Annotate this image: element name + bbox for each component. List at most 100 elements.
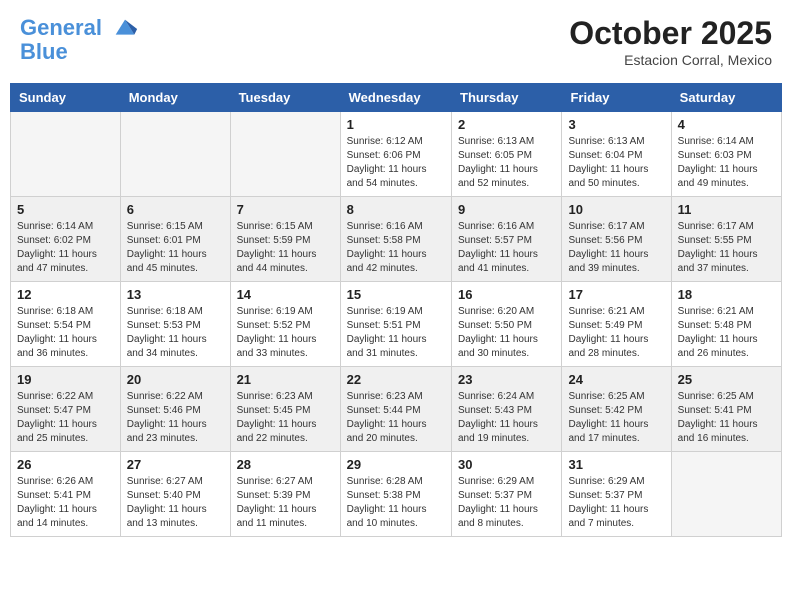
- calendar-cell: 23 Sunrise: 6:24 AMSunset: 5:43 PMDayligh…: [452, 367, 562, 452]
- calendar-table: SundayMondayTuesdayWednesdayThursdayFrid…: [10, 83, 782, 537]
- day-info: Sunrise: 6:25 AMSunset: 5:42 PMDaylight:…: [568, 390, 664, 446]
- weekday-header-sunday: Sunday: [11, 84, 121, 112]
- day-number: 6: [127, 202, 224, 217]
- day-info: Sunrise: 6:19 AMSunset: 5:52 PMDaylight:…: [237, 305, 334, 361]
- calendar-week-row: 19Sunrise: 6:22 AMSunset: 5:47 PMDayligh…: [11, 367, 782, 452]
- day-number: 19: [17, 372, 114, 387]
- day-number: 3: [568, 117, 664, 132]
- calendar-cell: 15 Sunrise: 6:19 AMSunset: 5:51 PMDayligh…: [340, 282, 451, 367]
- calendar-cell: 22 Sunrise: 6:23 AMSunset: 5:44 PMDayligh…: [340, 367, 451, 452]
- day-info: Sunrise: 6:13 AMSunset: 6:04 PMDaylight:…: [568, 135, 664, 191]
- calendar-cell: 5Sunrise: 6:14 AMSunset: 6:02 PMDaylight…: [11, 197, 121, 282]
- day-info: Sunrise: 6:27 AMSunset: 5:40 PMDaylight:…: [127, 475, 224, 531]
- day-info: Sunrise: 6:16 AMSunset: 5:58 PMDaylight:…: [347, 220, 445, 276]
- calendar-cell: 18 Sunrise: 6:21 AMSunset: 5:48 PMDayligh…: [671, 282, 781, 367]
- weekday-header-saturday: Saturday: [671, 84, 781, 112]
- calendar-cell: 12 Sunrise: 6:18 AMSunset: 5:54 PMDayligh…: [11, 282, 121, 367]
- day-info: Sunrise: 6:18 AMSunset: 5:53 PMDaylight:…: [127, 305, 224, 361]
- logo: General Blue: [20, 15, 139, 65]
- calendar-cell: 3 Sunrise: 6:13 AMSunset: 6:04 PMDaylight…: [562, 112, 671, 197]
- calendar-week-row: 1 Sunrise: 6:12 AMSunset: 6:06 PMDaylight…: [11, 112, 782, 197]
- day-number: 14: [237, 287, 334, 302]
- calendar-cell: [230, 112, 340, 197]
- day-info: Sunrise: 6:25 AMSunset: 5:41 PMDaylight:…: [678, 390, 775, 446]
- day-number: 25: [678, 372, 775, 387]
- calendar-cell: 14 Sunrise: 6:19 AMSunset: 5:52 PMDayligh…: [230, 282, 340, 367]
- day-info: Sunrise: 6:23 AMSunset: 5:44 PMDaylight:…: [347, 390, 445, 446]
- calendar-cell: 24Sunrise: 6:25 AMSunset: 5:42 PMDayligh…: [562, 367, 671, 452]
- month-title: October 2025: [569, 15, 772, 52]
- calendar-cell: 4 Sunrise: 6:14 AMSunset: 6:03 PMDaylight…: [671, 112, 781, 197]
- weekday-header-wednesday: Wednesday: [340, 84, 451, 112]
- calendar-cell: 28 Sunrise: 6:27 AMSunset: 5:39 PMDayligh…: [230, 452, 340, 537]
- day-number: 31: [568, 457, 664, 472]
- day-info: Sunrise: 6:24 AMSunset: 5:43 PMDaylight:…: [458, 390, 555, 446]
- calendar-cell: 8 Sunrise: 6:16 AMSunset: 5:58 PMDaylight…: [340, 197, 451, 282]
- calendar-week-row: 26 Sunrise: 6:26 AMSunset: 5:41 PMDayligh…: [11, 452, 782, 537]
- day-info: Sunrise: 6:18 AMSunset: 5:54 PMDaylight:…: [17, 305, 114, 361]
- day-number: 13: [127, 287, 224, 302]
- title-block: October 2025 Estacion Corral, Mexico: [569, 15, 772, 68]
- calendar-cell: 1 Sunrise: 6:12 AMSunset: 6:06 PMDaylight…: [340, 112, 451, 197]
- day-number: 11: [678, 202, 775, 217]
- day-info: Sunrise: 6:15 AMSunset: 6:01 PMDaylight:…: [127, 220, 224, 276]
- day-info: Sunrise: 6:27 AMSunset: 5:39 PMDaylight:…: [237, 475, 334, 531]
- calendar-cell: 2Sunrise: 6:13 AMSunset: 6:05 PMDaylight…: [452, 112, 562, 197]
- day-number: 23: [458, 372, 555, 387]
- day-number: 30: [458, 457, 555, 472]
- day-number: 29: [347, 457, 445, 472]
- day-number: 1: [347, 117, 445, 132]
- calendar-cell: 25 Sunrise: 6:25 AMSunset: 5:41 PMDayligh…: [671, 367, 781, 452]
- day-number: 9: [458, 202, 555, 217]
- calendar-cell: [671, 452, 781, 537]
- calendar-cell: 11 Sunrise: 6:17 AMSunset: 5:55 PMDayligh…: [671, 197, 781, 282]
- location: Estacion Corral, Mexico: [569, 52, 772, 68]
- day-info: Sunrise: 6:19 AMSunset: 5:51 PMDaylight:…: [347, 305, 445, 361]
- calendar-cell: 21 Sunrise: 6:23 AMSunset: 5:45 PMDayligh…: [230, 367, 340, 452]
- calendar-cell: 13 Sunrise: 6:18 AMSunset: 5:53 PMDayligh…: [120, 282, 230, 367]
- day-info: Sunrise: 6:17 AMSunset: 5:55 PMDaylight:…: [678, 220, 775, 276]
- day-info: Sunrise: 6:22 AMSunset: 5:46 PMDaylight:…: [127, 390, 224, 446]
- calendar-cell: 20Sunrise: 6:22 AMSunset: 5:46 PMDayligh…: [120, 367, 230, 452]
- weekday-header-monday: Monday: [120, 84, 230, 112]
- day-info: Sunrise: 6:16 AMSunset: 5:57 PMDaylight:…: [458, 220, 555, 276]
- day-number: 26: [17, 457, 114, 472]
- calendar-cell: [120, 112, 230, 197]
- day-info: Sunrise: 6:21 AMSunset: 5:48 PMDaylight:…: [678, 305, 775, 361]
- calendar-week-row: 5Sunrise: 6:14 AMSunset: 6:02 PMDaylight…: [11, 197, 782, 282]
- day-info: Sunrise: 6:17 AMSunset: 5:56 PMDaylight:…: [568, 220, 664, 276]
- weekday-header-friday: Friday: [562, 84, 671, 112]
- day-number: 15: [347, 287, 445, 302]
- calendar-cell: 16Sunrise: 6:20 AMSunset: 5:50 PMDayligh…: [452, 282, 562, 367]
- calendar-cell: 29Sunrise: 6:28 AMSunset: 5:38 PMDayligh…: [340, 452, 451, 537]
- day-info: Sunrise: 6:20 AMSunset: 5:50 PMDaylight:…: [458, 305, 555, 361]
- day-info: Sunrise: 6:14 AMSunset: 6:03 PMDaylight:…: [678, 135, 775, 191]
- page-header: General Blue October 2025 Estacion Corra…: [10, 10, 782, 73]
- day-number: 8: [347, 202, 445, 217]
- weekday-header-tuesday: Tuesday: [230, 84, 340, 112]
- day-number: 28: [237, 457, 334, 472]
- day-number: 22: [347, 372, 445, 387]
- weekday-header-thursday: Thursday: [452, 84, 562, 112]
- day-number: 4: [678, 117, 775, 132]
- day-info: Sunrise: 6:15 AMSunset: 5:59 PMDaylight:…: [237, 220, 334, 276]
- calendar-cell: [11, 112, 121, 197]
- day-number: 7: [237, 202, 334, 217]
- day-number: 18: [678, 287, 775, 302]
- day-number: 27: [127, 457, 224, 472]
- calendar-cell: 10 Sunrise: 6:17 AMSunset: 5:56 PMDayligh…: [562, 197, 671, 282]
- day-info: Sunrise: 6:26 AMSunset: 5:41 PMDaylight:…: [17, 475, 114, 531]
- day-info: Sunrise: 6:12 AMSunset: 6:06 PMDaylight:…: [347, 135, 445, 191]
- calendar-cell: 6 Sunrise: 6:15 AMSunset: 6:01 PMDaylight…: [120, 197, 230, 282]
- day-number: 10: [568, 202, 664, 217]
- calendar-cell: 7 Sunrise: 6:15 AMSunset: 5:59 PMDaylight…: [230, 197, 340, 282]
- day-number: 21: [237, 372, 334, 387]
- day-info: Sunrise: 6:14 AMSunset: 6:02 PMDaylight:…: [17, 220, 114, 276]
- calendar-cell: 19Sunrise: 6:22 AMSunset: 5:47 PMDayligh…: [11, 367, 121, 452]
- calendar-cell: 26 Sunrise: 6:26 AMSunset: 5:41 PMDayligh…: [11, 452, 121, 537]
- day-info: Sunrise: 6:23 AMSunset: 5:45 PMDaylight:…: [237, 390, 334, 446]
- day-number: 17: [568, 287, 664, 302]
- calendar-cell: 31Sunrise: 6:29 AMSunset: 5:37 PMDayligh…: [562, 452, 671, 537]
- calendar-cell: 17Sunrise: 6:21 AMSunset: 5:49 PMDayligh…: [562, 282, 671, 367]
- day-number: 12: [17, 287, 114, 302]
